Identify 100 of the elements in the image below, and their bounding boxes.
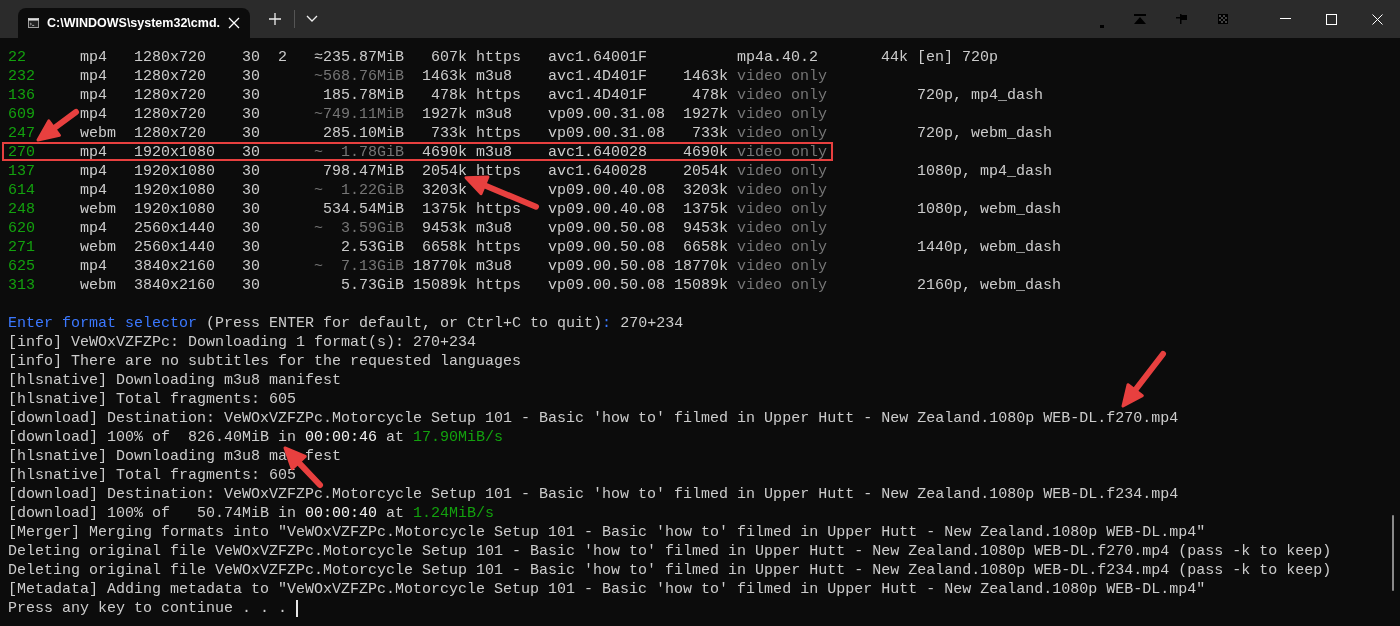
table-cell: 285.10MiB <box>323 124 404 143</box>
table-cell: https <box>476 162 522 181</box>
terminal-tab[interactable]: C:\WINDOWS\system32\cmd. <box>18 8 250 38</box>
table-cell: 1375k <box>422 200 467 219</box>
table-cell: mp4a.40.2 <box>737 48 819 67</box>
table-cell: 44k <box>881 48 909 67</box>
table-cell: mp4 <box>80 143 107 162</box>
table-cell: m3u8 <box>476 143 513 162</box>
table-cell: ≈235.87MiB <box>314 48 404 67</box>
table-cell: ~ 1.78GiB <box>314 143 404 162</box>
table-cell: 720p, mp4_dash <box>917 86 1044 105</box>
table-cell: 1440p, webm_dash <box>917 238 1062 257</box>
table-cell: 1920x1080 <box>134 162 215 181</box>
table-cell: 30 <box>242 67 261 86</box>
log-line: [info] VeWOxVZFZPc: Downloading 1 format(s): 270+234 <box>8 333 477 352</box>
table-cell: 2160p, webm_dash <box>917 276 1062 295</box>
log-line: [Metadata] Adding metadata to "VeWOxVZFZPc.Motorcycle Setup 101 - Basic 'how to' filmed in Upper Hutt - New Zealand.1080p WEB-DL.mp4" <box>8 580 1206 599</box>
table-cell: 607k <box>431 48 467 67</box>
table-cell: vp09.00.50.08 <box>548 219 666 238</box>
table-cell: 30 <box>242 200 261 219</box>
table-cell: 2560x1440 <box>134 238 215 257</box>
close-icon <box>1371 13 1383 25</box>
table-cell: 5.73GiB <box>341 276 404 295</box>
table-cell: https <box>476 238 522 257</box>
table-cell: vp09.00.50.08 <box>548 276 666 295</box>
table-cell: mp4 <box>80 162 107 181</box>
table-cell: 614 <box>8 181 35 200</box>
table-cell: ~ 3.59GiB <box>314 219 404 238</box>
table-cell: mp4 <box>80 86 107 105</box>
log-text: fest <box>305 447 342 466</box>
table-cell: vp09.00.50.08 <box>548 257 666 276</box>
log-line: Enter format selector (Press ENTER for default, or Ctrl+C to quit): 270+234 <box>8 314 684 333</box>
table-cell: 1920x1080 <box>134 143 215 162</box>
eject-icon <box>1134 14 1146 24</box>
table-cell: https <box>476 200 522 219</box>
table-cell: 185.78MiB <box>323 86 404 105</box>
table-cell: avc1.4D401F <box>548 86 648 105</box>
table-cell: 6658k <box>683 238 729 257</box>
table-cell: 1463k <box>422 67 467 86</box>
table-cell: video only <box>737 143 828 162</box>
table-cell: 609 <box>8 105 35 124</box>
log-line: [download] Destination: VeWOxVZFZPc.Motorcycle Setup 101 - Basic 'how to' filmed in Upper Hutt - New Zealand.1080p WEB-DL.f234.mp4 <box>8 485 1179 504</box>
table-cell: vp09.00.40.08 <box>548 200 666 219</box>
table-cell: 3840x2160 <box>134 276 215 295</box>
annotation-arrow <box>34 108 80 144</box>
table-cell: mp4 <box>80 67 107 86</box>
plus-icon <box>268 12 282 26</box>
table-cell: 1375k <box>683 200 729 219</box>
table-cell: 30 <box>242 238 261 257</box>
table-cell: 9453k <box>683 219 729 238</box>
close-tab-button[interactable] <box>228 17 240 29</box>
table-cell: avc1.4D401F <box>548 67 648 86</box>
log-line: [hlsnative] Downloading m3u8 ma <box>8 447 288 466</box>
table-cell: 6658k <box>422 238 467 257</box>
table-cell: 1080p, webm_dash <box>917 200 1062 219</box>
table-cell: 30 <box>242 257 261 276</box>
table-cell: 30 <box>242 276 261 295</box>
tab-title: C:\WINDOWS\system32\cmd. <box>47 16 220 30</box>
table-cell: 2054k <box>422 162 467 181</box>
table-cell: 4690k <box>683 143 729 162</box>
table-cell: vp09.00.31.08 <box>548 105 666 124</box>
table-cell: 1927k <box>683 105 729 124</box>
table-cell: 3203k <box>683 181 729 200</box>
table-cell: 1920x1080 <box>134 200 215 219</box>
table-cell: video only <box>737 162 828 181</box>
checkered-square-icon <box>1218 14 1228 24</box>
table-cell: video only <box>737 200 828 219</box>
table-cell: 18770k <box>674 257 729 276</box>
log-line: Deleting original file VeWOxVZFZPc.Motorcycle Setup 101 - Basic 'how to' filmed in Upper Hutt - New Zealand.1080p WEB-DL.f234.mp4 (pass -k to keep) <box>8 561 1332 580</box>
table-cell: m3u8 <box>476 67 513 86</box>
table-cell: mp4 <box>80 105 107 124</box>
table-cell: 1280x720 <box>134 105 206 124</box>
table-cell: 232 <box>8 67 35 86</box>
table-cell: ~ 7.13GiB <box>314 257 404 276</box>
table-cell: 2 <box>278 48 287 67</box>
table-cell: 2054k <box>683 162 729 181</box>
log-line: [download] Destination: VeWOxVZFZPc.Motorcycle Setup 101 - Basic 'how to' filmed in Upper Hutt - New Zealand.1080p WEB-DL.f270.mp4 <box>8 409 1179 428</box>
log-line: [download] 100% of 826.40MiB in 00:00:46 at 17.90MiB/s <box>8 428 504 447</box>
table-cell: 625 <box>8 257 35 276</box>
maximize-icon <box>1325 13 1337 25</box>
table-cell: mp4 <box>80 257 107 276</box>
table-cell: m3u8 <box>476 219 513 238</box>
pin-icon <box>1176 14 1188 24</box>
table-cell: mp4 <box>80 181 107 200</box>
terminal-icon <box>28 16 40 30</box>
table-cell: vp09.00.31.08 <box>548 124 666 143</box>
table-cell: 478k <box>692 86 729 105</box>
table-cell: video only <box>737 238 828 257</box>
table-cell: avc1.64001F <box>548 48 648 67</box>
scrollbar[interactable] <box>1392 515 1394 591</box>
table-cell: 733k <box>431 124 467 143</box>
table-cell: avc1.640028 <box>548 143 648 162</box>
table-cell: video only <box>737 124 828 143</box>
table-cell: video only <box>737 219 828 238</box>
table-cell: 3203k <box>422 181 467 200</box>
table-cell: ~568.76MiB <box>314 67 404 86</box>
table-cell: vp09.00.50.08 <box>548 238 666 257</box>
log-line: [Merger] Merging formats into "VeWOxVZFZPc.Motorcycle Setup 101 - Basic 'how to' filmed in Upper Hutt - New Zealand.1080p WEB-DL.mp4" <box>8 523 1206 542</box>
table-cell: 30 <box>242 86 261 105</box>
log-line: [download] 100% of 50.74MiB in 00:00:40 at 1.24MiB/s <box>8 504 495 523</box>
